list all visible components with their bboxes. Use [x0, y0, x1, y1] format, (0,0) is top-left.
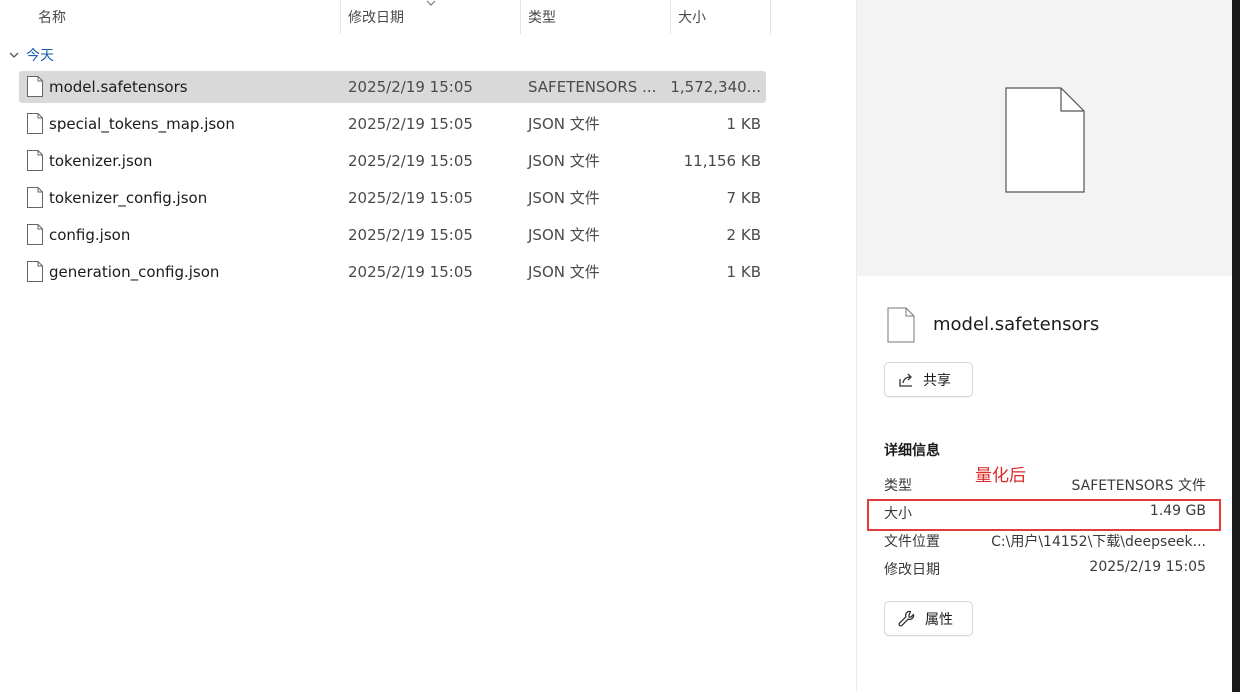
file-date: 2025/2/19 15:05: [348, 115, 473, 133]
file-rows: model.safetensors 2025/2/19 15:05 SAFETENS…: [19, 71, 766, 293]
file-size: 1,572,340...: [670, 78, 761, 96]
share-button-label: 共享: [923, 372, 951, 389]
file-date: 2025/2/19 15:05: [348, 189, 473, 207]
file-size: 1 KB: [726, 263, 761, 281]
file-row[interactable]: model.safetensors 2025/2/19 15:05 SAFETENS…: [19, 71, 766, 103]
file-name: model.safetensors: [49, 78, 188, 96]
properties-button[interactable]: 属性: [884, 601, 973, 636]
file-name: tokenizer.json: [49, 152, 153, 170]
size-highlight-box: [867, 499, 1221, 531]
properties-button-label: 属性: [925, 611, 953, 628]
window-edge: [1232, 0, 1240, 692]
file-size: 2 KB: [726, 226, 761, 244]
share-icon: [899, 373, 912, 387]
large-file-icon: [1005, 87, 1085, 193]
file-row[interactable]: generation_config.json 2025/2/19 15:05 JSO…: [19, 256, 766, 288]
column-header-size[interactable]: 大小: [670, 0, 770, 34]
file-date: 2025/2/19 15:05: [348, 152, 473, 170]
file-type: JSON 文件: [528, 152, 600, 170]
file-icon: [27, 76, 43, 97]
prop-key: 类型: [884, 478, 912, 494]
file-type: JSON 文件: [528, 189, 600, 207]
file-icon: [27, 113, 43, 134]
column-divider[interactable]: [770, 0, 771, 34]
file-type: JSON 文件: [528, 226, 600, 244]
group-header-today[interactable]: 今天: [6, 44, 54, 66]
prop-key: 修改日期: [884, 562, 940, 578]
details-section-title: 详细信息: [884, 443, 940, 459]
file-name: generation_config.json: [49, 263, 220, 281]
file-name: config.json: [49, 226, 131, 244]
file-icon: [887, 307, 915, 343]
file-date: 2025/2/19 15:05: [348, 226, 473, 244]
file-type: JSON 文件: [528, 263, 600, 281]
details-file-name: model.safetensors: [933, 314, 1100, 335]
column-header-bar: 名称 修改日期 类型 大小: [0, 0, 772, 34]
prop-location: 文件位置 C:\用户\14152\下载\deepseek...: [884, 531, 1206, 551]
prop-value: SAFETENSORS 文件: [1071, 478, 1206, 494]
prop-value[interactable]: C:\用户\14152\下载\deepseek...: [991, 531, 1206, 551]
file-icon: [27, 187, 43, 208]
file-name: special_tokens_map.json: [49, 115, 235, 133]
prop-type: 类型 SAFETENSORS 文件: [884, 475, 1206, 495]
share-button[interactable]: 共享: [884, 362, 973, 397]
file-size: 7 KB: [726, 189, 761, 207]
file-icon: [27, 261, 43, 282]
prop-value: 2025/2/19 15:05: [1089, 559, 1206, 575]
file-preview: [857, 0, 1233, 276]
file-icon: [27, 150, 43, 171]
file-row[interactable]: tokenizer.json 2025/2/19 15:05 JSON 文件 11,1…: [19, 145, 766, 177]
file-row[interactable]: config.json 2025/2/19 15:05 JSON 文件 2 KB: [19, 219, 766, 251]
file-row[interactable]: tokenizer_config.json 2025/2/19 15:05 JSON…: [19, 182, 766, 214]
file-row[interactable]: special_tokens_map.json 2025/2/19 15:05 JS…: [19, 108, 766, 140]
prop-key: 文件位置: [884, 534, 940, 550]
column-header-name[interactable]: 名称: [30, 0, 340, 34]
file-type: SAFETENSORS ...: [528, 78, 657, 96]
details-pane: model.safetensors 共享 详细信息 量化后 类型 SAFETEN…: [856, 0, 1233, 692]
file-list-pane: 名称 修改日期 类型 大小 今天 model.safetensors 2025/2…: [0, 0, 856, 692]
wrench-icon: [898, 610, 915, 626]
file-size: 1 KB: [726, 115, 761, 133]
file-size: 11,156 KB: [683, 152, 761, 170]
prop-modified: 修改日期 2025/2/19 15:05: [884, 559, 1206, 579]
file-icon: [27, 224, 43, 245]
sort-descending-icon: [426, 0, 436, 6]
chevron-down-icon[interactable]: [6, 47, 22, 63]
file-name: tokenizer_config.json: [49, 189, 208, 207]
group-label: 今天: [26, 48, 54, 64]
file-date: 2025/2/19 15:05: [348, 263, 473, 281]
column-header-type[interactable]: 类型: [520, 0, 670, 34]
file-date: 2025/2/19 15:05: [348, 78, 473, 96]
file-type: JSON 文件: [528, 115, 600, 133]
